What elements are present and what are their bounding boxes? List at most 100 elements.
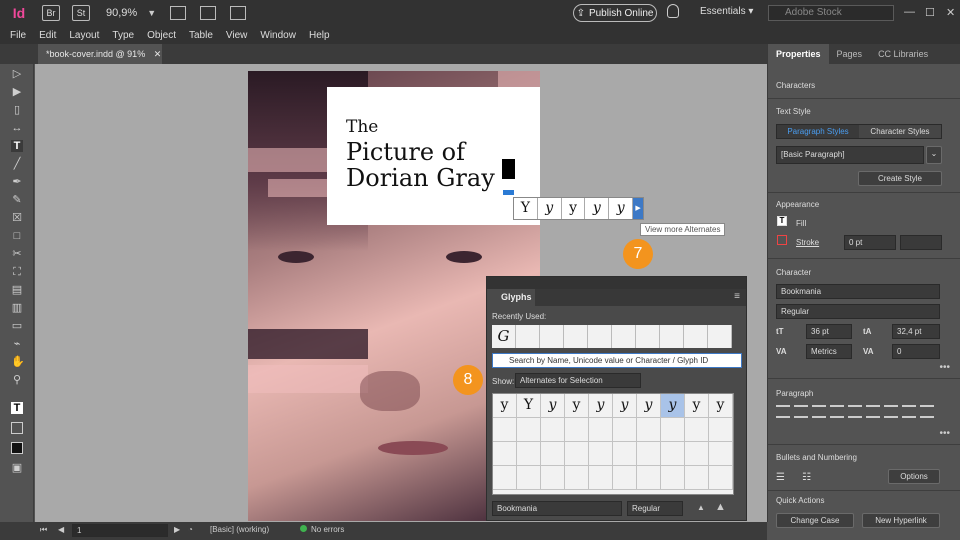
rectangle-tool-icon[interactable]: □ xyxy=(11,230,23,242)
style-dropdown-chevron-icon[interactable]: ⌄ xyxy=(926,146,942,164)
glyph-cell[interactable]: y xyxy=(637,394,661,418)
pencil-tool-icon[interactable]: ✎ xyxy=(11,194,23,206)
alternate-glyph[interactable]: y xyxy=(538,198,562,219)
show-filter-select[interactable]: Alternates for Selection xyxy=(515,373,641,388)
glyph-cell-selected[interactable]: y xyxy=(661,394,685,418)
justify-left-icon[interactable] xyxy=(830,405,844,418)
workspace-switcher[interactable]: Essentials ▾ xyxy=(700,6,753,17)
glyph-cell[interactable] xyxy=(613,418,637,442)
glyph-cell[interactable]: y xyxy=(709,394,733,418)
title-line-dorian-gray[interactable]: Dorian Gray xyxy=(346,165,495,191)
zoom-tool-icon[interactable]: ⚲ xyxy=(11,374,23,386)
glyph-cell[interactable] xyxy=(541,442,565,466)
maximize-icon[interactable]: ☐ xyxy=(925,6,935,19)
paragraph-style-select[interactable]: [Basic Paragraph] xyxy=(776,146,924,164)
glyph-cell[interactable] xyxy=(589,418,613,442)
page-number-field[interactable]: 1 xyxy=(72,524,168,537)
title-line-picture-of[interactable]: Picture of xyxy=(346,139,495,165)
font-size-field[interactable]: 36 pt xyxy=(806,324,852,339)
menu-edit[interactable]: Edit xyxy=(39,30,56,41)
glyph-cell[interactable] xyxy=(685,442,709,466)
alternate-glyph[interactable]: y xyxy=(562,198,586,219)
glyph-cell[interactable] xyxy=(709,442,733,466)
title-line-the[interactable]: The xyxy=(346,117,378,137)
document-tab[interactable]: *book-cover.indd @ 91% ✕ xyxy=(38,44,162,64)
zoom-chevron-down-icon[interactable]: ▼ xyxy=(147,8,156,18)
close-icon[interactable]: ✕ xyxy=(946,6,955,19)
selection-tool-icon[interactable]: ▷ xyxy=(11,68,23,80)
numbered-list-icon[interactable]: ☷ xyxy=(802,472,811,483)
zoom-out-glyphs-icon[interactable]: ▲ xyxy=(697,503,705,512)
gradient-swatch-tool-icon[interactable]: ▤ xyxy=(11,284,23,296)
glyph-cell[interactable] xyxy=(685,466,709,490)
font-family-select[interactable]: Bookmania xyxy=(776,284,940,299)
stock-button[interactable]: St xyxy=(72,5,90,21)
page-tool-icon[interactable]: ▯ xyxy=(11,104,23,116)
glyph-cell[interactable] xyxy=(565,466,589,490)
first-page-icon[interactable]: ⏮ xyxy=(40,525,47,535)
align-center-icon[interactable] xyxy=(794,405,808,418)
glyph-cell[interactable] xyxy=(637,442,661,466)
glyph-cell[interactable]: y xyxy=(541,394,565,418)
screen-mode-icon[interactable]: ▣ xyxy=(11,462,23,474)
recent-glyph[interactable]: G xyxy=(492,325,516,348)
glyph-cell[interactable] xyxy=(541,466,565,490)
working-style-status[interactable]: [Basic] (working) xyxy=(210,525,269,534)
glyph-cell[interactable] xyxy=(637,466,661,490)
stroke-none-icon[interactable] xyxy=(777,235,787,245)
menu-table[interactable]: Table xyxy=(189,30,213,41)
create-style-button[interactable]: Create Style xyxy=(858,171,942,186)
line-tool-icon[interactable]: ╱ xyxy=(11,158,23,170)
justify-all-icon[interactable] xyxy=(884,405,898,418)
zoom-in-glyphs-icon[interactable]: ▲ xyxy=(715,501,726,513)
glyph-cell[interactable]: y xyxy=(589,394,613,418)
menu-help[interactable]: Help xyxy=(309,30,330,41)
glyph-cell[interactable]: Y xyxy=(517,394,541,418)
glyph-style-select[interactable]: Regular xyxy=(627,501,683,516)
tab-pages[interactable]: Pages xyxy=(829,44,871,64)
menu-type[interactable]: Type xyxy=(112,30,134,41)
more-character-options-icon[interactable]: ••• xyxy=(939,362,950,373)
align-left-icon[interactable] xyxy=(776,405,790,418)
align-right-icon[interactable] xyxy=(812,405,826,418)
alternate-glyph[interactable]: Y xyxy=(514,198,538,219)
tab-close-icon[interactable]: ✕ xyxy=(154,49,162,59)
stroke-type-select[interactable] xyxy=(900,235,942,250)
view-options-icon[interactable] xyxy=(170,6,187,20)
glyph-font-select[interactable]: Bookmania xyxy=(492,501,622,516)
preflight-status[interactable]: No errors xyxy=(300,525,344,534)
alternate-glyph[interactable]: y xyxy=(609,198,634,219)
alternate-glyph[interactable]: y xyxy=(585,198,610,219)
glyph-cell[interactable] xyxy=(661,418,685,442)
free-transform-tool-icon[interactable]: ⛶ xyxy=(11,266,23,278)
new-hyperlink-button[interactable]: New Hyperlink xyxy=(862,513,940,528)
title-text-frame[interactable]: The Picture of Dorian Gray xyxy=(327,87,540,225)
rectangle-frame-tool-icon[interactable]: ☒ xyxy=(11,212,23,224)
menu-window[interactable]: Window xyxy=(260,30,296,41)
publish-online-button[interactable]: ⇪ Publish Online xyxy=(573,4,657,22)
recent-glyph[interactable] xyxy=(588,325,612,348)
scissors-tool-icon[interactable]: ✂ xyxy=(11,248,23,260)
glyph-cell[interactable] xyxy=(517,442,541,466)
tab-properties[interactable]: Properties xyxy=(768,44,829,64)
recent-glyph[interactable] xyxy=(708,325,732,348)
leading-field[interactable]: 32,4 pt xyxy=(892,324,940,339)
glyph-cell[interactable] xyxy=(589,466,613,490)
glyphs-tab[interactable]: Glyphs xyxy=(487,289,535,306)
zoom-level[interactable]: 90,9% xyxy=(106,7,137,19)
adobe-stock-search[interactable]: Adobe Stock xyxy=(768,5,894,21)
next-page-icon[interactable]: ▶ xyxy=(174,525,180,534)
glyph-cell[interactable] xyxy=(613,466,637,490)
page-history-icon[interactable]: ◔ xyxy=(188,525,193,534)
direct-selection-tool-icon[interactable]: ▶ xyxy=(11,86,23,98)
gradient-feather-tool-icon[interactable]: ▥ xyxy=(11,302,23,314)
recent-glyph[interactable] xyxy=(660,325,684,348)
fill-icon[interactable]: T xyxy=(777,216,787,226)
bridge-button[interactable]: Br xyxy=(42,5,60,21)
glyph-cell[interactable] xyxy=(709,466,733,490)
gap-tool-icon[interactable]: ↔ xyxy=(11,122,23,134)
character-styles-tab[interactable]: Character Styles xyxy=(859,125,941,138)
bulleted-list-icon[interactable]: ☰ xyxy=(776,472,785,483)
hand-tool-icon[interactable]: ✋ xyxy=(11,356,25,368)
minimize-icon[interactable]: — xyxy=(904,6,915,18)
